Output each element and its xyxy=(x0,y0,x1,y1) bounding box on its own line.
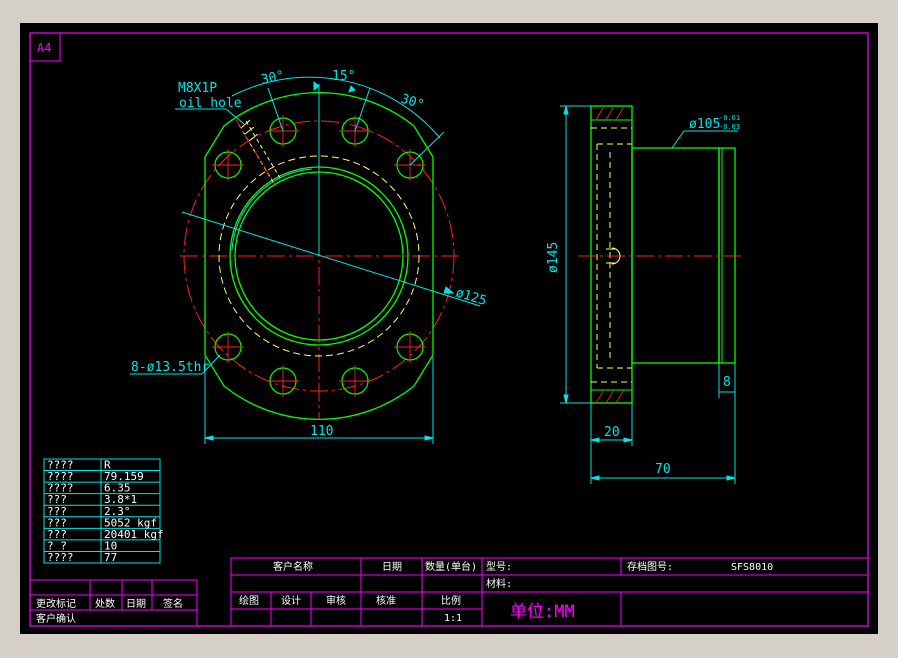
rev-location: 处数 xyxy=(95,597,115,610)
angle-label-mid: 15° xyxy=(332,69,355,84)
tb-model: 型号: xyxy=(486,560,512,573)
drawing-background xyxy=(20,23,878,634)
bolt-hole-note: 8-ø13.5thr xyxy=(131,360,209,375)
length-label: 70 xyxy=(655,462,671,477)
width-label: 110 xyxy=(310,424,333,439)
drawing-canvas: A4 30° 15° 30° M8X1P oil hole ø125 8-ø13… xyxy=(0,0,898,658)
od-tol-upper: -0.01 xyxy=(719,114,740,122)
thread-note: M8X1P xyxy=(178,81,217,96)
tb-unit: 单位:MM xyxy=(510,602,575,622)
tb-quantity: 数量(单台) xyxy=(425,560,477,573)
od-label: ø105 xyxy=(689,117,720,132)
tb-date: 日期 xyxy=(382,561,402,573)
tb-scale-value: 1:1 xyxy=(444,613,462,624)
tb-customer-name: 客户名称 xyxy=(273,560,313,573)
tb-scale: 比例 xyxy=(441,594,461,607)
rev-change-mark: 更改标记 xyxy=(36,597,76,610)
rev-customer-confirm: 客户确认 xyxy=(36,612,76,625)
tb-approve: 核准 xyxy=(376,594,396,607)
spec-row-value: 77 xyxy=(104,551,117,564)
oil-hole-note: oil hole xyxy=(179,96,242,111)
od-tol-lower: -0.03 xyxy=(719,123,740,131)
tb-design: 设计 xyxy=(281,594,301,607)
rev-date: 日期 xyxy=(126,598,146,610)
rev-signature: 签名 xyxy=(163,597,183,610)
groove-label: 8 xyxy=(723,375,731,390)
spec-row-name: ???? xyxy=(47,551,74,564)
tb-check: 审核 xyxy=(326,594,346,607)
tb-material: 材料: xyxy=(486,577,512,590)
tb-drawn: 绘图 xyxy=(239,594,259,607)
flange-dia-label: ø145 xyxy=(546,242,561,273)
tb-drawing-no-label: 存档图号: xyxy=(627,560,673,573)
sheet-size-label: A4 xyxy=(37,41,51,55)
tb-drawing-no: SFS8010 xyxy=(731,562,773,573)
flange-thickness-label: 20 xyxy=(604,425,620,440)
